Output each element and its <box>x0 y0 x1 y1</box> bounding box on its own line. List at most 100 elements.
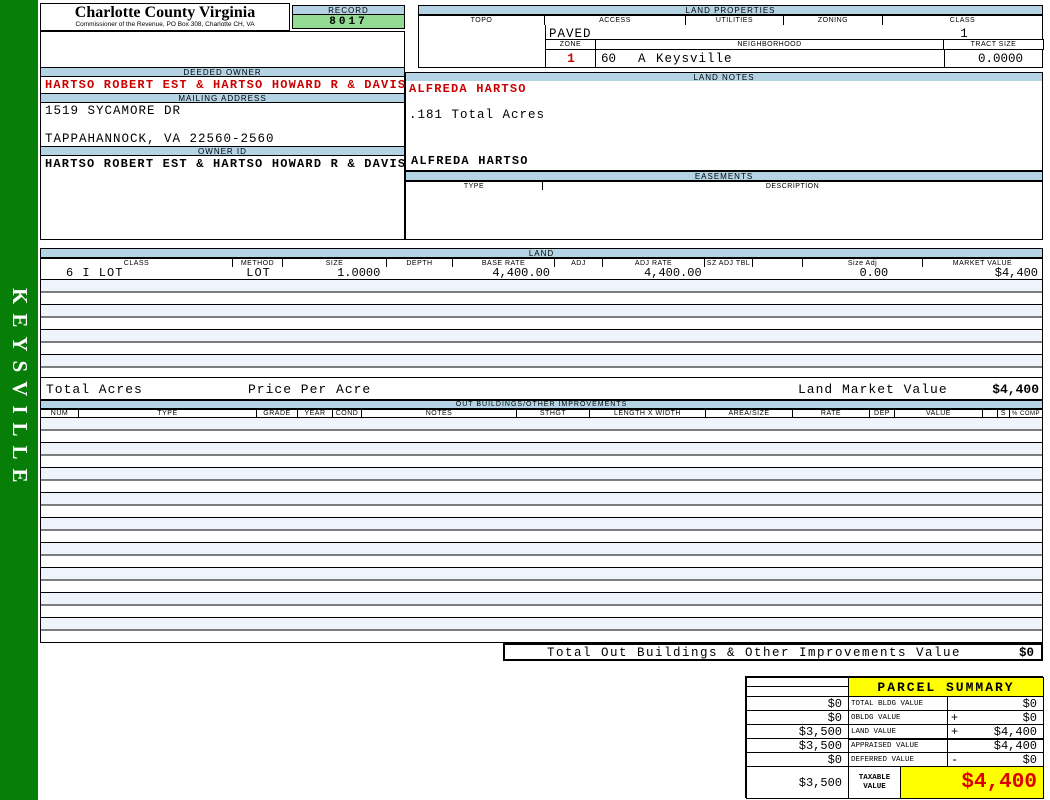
ps-prior-total-bldg: $0 <box>746 696 849 711</box>
out-buildings-empty-rows <box>40 418 1043 643</box>
easements-box <box>405 190 1043 240</box>
land-notes-box: ALFREDA HARTSO .181 Total Acres ALFREDA … <box>405 81 1043 171</box>
ob-year-header: YEAR <box>298 409 333 418</box>
price-per-acre-label: Price Per Acre <box>248 382 372 397</box>
land-row-base-rate: 4,400.00 <box>492 266 550 280</box>
ps-taxable-value: $4,400 <box>900 766 1044 799</box>
land-table-row: 6 I LOT LOT 1.0000 4,400.00 4,400.00 0.0… <box>40 267 1043 280</box>
ps-prior-taxable: $3,500 <box>746 766 849 799</box>
ps-label-deferred: DEFERRED VALUE <box>848 752 948 767</box>
out-buildings-title: OUT BUILDINGS/OTHER IMPROVEMENTS <box>40 400 1043 409</box>
ps-amount-appraised: $4,400 <box>993 739 1037 753</box>
land-row-method: LOT <box>246 266 271 280</box>
ps-value-deferred: - $0 <box>947 752 1044 767</box>
land-row-size-adj: 0.00 <box>859 266 889 280</box>
land-market-value-amount: $4,400 <box>992 382 1039 397</box>
record-value: 8017 <box>292 14 405 29</box>
deeded-owner-value: HARTSO ROBERT EST & HARTSO HOWARD R & DA… <box>45 78 407 92</box>
ob-length-width-header: LENGTH X WIDTH <box>590 409 706 418</box>
owner-id-value: HARTSO ROBERT EST & HARTSO HOWARD R & DA… <box>45 157 407 171</box>
mailing-address-line1: 1519 SYCAMORE DR <box>45 104 182 118</box>
ps-label-total-bldg: TOTAL BLDG VALUE <box>848 696 948 711</box>
ob-dep-header: DEP <box>870 409 895 418</box>
owner-id-label: OWNER ID <box>40 146 405 156</box>
topo-value-cell <box>419 25 546 68</box>
ps-amount-total-bldg: $0 <box>1022 696 1037 711</box>
ob-value-header: VALUE <box>895 409 983 418</box>
neighborhood-name: Keysville <box>656 52 733 66</box>
total-acres-label: Total Acres <box>46 382 143 397</box>
ps-value-total-bldg: $0 <box>947 696 1044 711</box>
tract-size-header: TRACT SIZE <box>944 39 1044 50</box>
ob-num-header: NUM <box>40 409 79 418</box>
mailing-address-label: MAILING ADDRESS <box>40 93 405 103</box>
ps-value-appraised: $4,400 <box>947 738 1044 753</box>
ps-prior-appraised: $3,500 <box>746 738 849 753</box>
out-buildings-total-label: Total Out Buildings & Other Improvements… <box>547 646 962 660</box>
ps-op-land: + <box>951 724 959 739</box>
land-totals-row: Total Acres Price Per Acre Land Market V… <box>40 377 1043 400</box>
land-row-size: 1.0000 <box>337 266 381 280</box>
ob-pct-comp-header: % COMP <box>1010 409 1043 418</box>
parcel-summary-table: PARCEL SUMMARY $0 TOTAL BLDG VALUE $0 $0… <box>745 676 1044 799</box>
ps-value-land: + $4,400 <box>947 724 1044 739</box>
zone-neighborhood-headers: ZONE NEIGHBORHOOD TRACT SIZE <box>545 39 1044 50</box>
out-buildings-total-value: $0 <box>1018 646 1034 660</box>
land-table-empty-rows <box>40 280 1043 377</box>
district-sidebar: KEYSVILLE <box>0 0 38 800</box>
ps-label-taxable-line1: TAXABLE <box>858 773 891 782</box>
ps-prior-deferred: $0 <box>746 752 849 767</box>
ob-type-header: TYPE <box>79 409 257 418</box>
land-row-class: 6 I LOT <box>66 266 124 280</box>
owner-id-overflow: ALFREDA HARTSO <box>411 154 529 168</box>
county-title: Charlotte County Virginia <box>74 4 256 21</box>
deeded-owner-label: DEEDED OWNER <box>40 67 405 77</box>
ps-label-obldg: OBLDG VALUE <box>848 710 948 725</box>
land-note-text: .181 Total Acres <box>409 108 546 122</box>
zone-header: ZONE <box>545 39 596 50</box>
land-row-depth <box>387 267 453 279</box>
ps-prior-obldg: $0 <box>746 710 849 725</box>
ps-amount-deferred: $0 <box>1022 752 1037 767</box>
neighborhood-code: 60 <box>601 52 617 66</box>
ps-label-land: LAND VALUE <box>848 724 948 739</box>
ps-label-taxable-line2: VALUE <box>863 782 886 791</box>
land-row-blank <box>753 267 803 279</box>
deeded-owner-overflow: ALFREDA HARTSO <box>409 82 527 96</box>
property-record-card: KEYSVILLE Charlotte County Virginia Comm… <box>0 0 1050 800</box>
ob-area-size-header: AREA/SIZE <box>706 409 793 418</box>
ps-amount-obldg: $0 <box>1022 710 1037 725</box>
land-properties-body: PAVED 1 ZONE NEIGHBORHOOD TRACT SIZE 1 6… <box>418 25 1044 68</box>
land-row-sz-adj-tbl <box>705 267 753 279</box>
ps-prior-land: $3,500 <box>746 724 849 739</box>
tract-size-value: 0.0000 <box>977 52 1023 66</box>
neighborhood-header: NEIGHBORHOOD <box>596 39 944 50</box>
ps-label-appraised: APPRAISED VALUE <box>848 738 948 753</box>
land-row-market-value: $4,400 <box>994 266 1038 280</box>
county-title-box: Charlotte County Virginia Commissioner o… <box>40 3 290 31</box>
ob-sthgt-header: STHGT <box>517 409 590 418</box>
parcel-summary-title: PARCEL SUMMARY <box>848 677 1044 697</box>
ps-op-obldg: + <box>951 710 959 725</box>
neighborhood-section: A <box>638 52 646 66</box>
ob-blank-header <box>983 409 998 418</box>
mailing-address-line2: TAPPAHANNOCK, VA 22560-2560 <box>45 132 275 146</box>
land-properties-title: LAND PROPERTIES <box>418 5 1043 15</box>
zone-value: 1 <box>567 52 575 66</box>
land-row-adj <box>555 267 603 279</box>
ob-grade-header: GRADE <box>257 409 298 418</box>
ob-s-header: S <box>998 409 1010 418</box>
land-section-title: LAND <box>40 248 1043 258</box>
easements-title: EASEMENTS <box>405 171 1043 181</box>
county-subtitle: Commissioner of the Revenue, PO Box 308,… <box>75 21 255 28</box>
ob-notes-header: NOTES <box>362 409 517 418</box>
ob-cond-header: COND <box>333 409 362 418</box>
out-buildings-total-row: Total Out Buildings & Other Improvements… <box>503 643 1043 661</box>
ps-value-obldg: + $0 <box>947 710 1044 725</box>
ps-label-taxable: TAXABLE VALUE <box>848 766 901 799</box>
ps-op-deferred: - <box>951 752 959 767</box>
ps-amount-land: $4,400 <box>993 724 1037 739</box>
out-buildings-headers: NUM TYPE GRADE YEAR COND NOTES STHGT LEN… <box>40 409 1043 418</box>
ob-rate-header: RATE <box>793 409 870 418</box>
land-row-adj-rate: 4,400.00 <box>644 266 702 280</box>
